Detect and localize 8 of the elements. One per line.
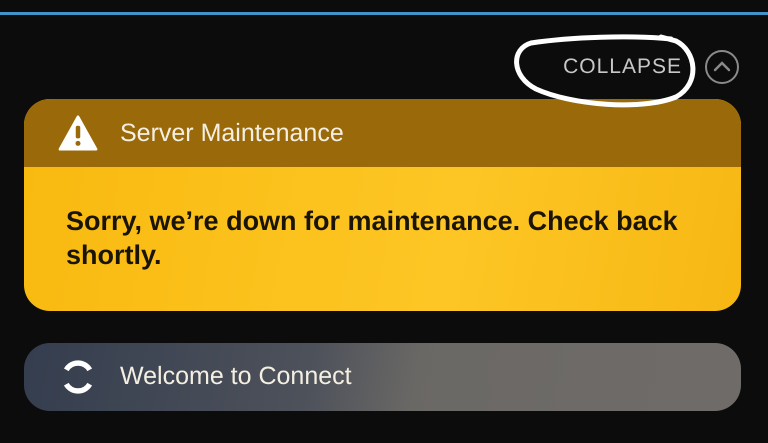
notification-card[interactable]: Server Maintenance Sorry, we’re down for maintenance. Check back shortly.	[24, 99, 741, 310]
notification-title: Server Maintenance	[120, 118, 344, 148]
warning-icon	[58, 115, 98, 151]
notification-card[interactable]: Welcome to Connect	[24, 342, 741, 410]
notification-title: Welcome to Connect	[120, 362, 352, 391]
notification-message: Sorry, we’re down for maintenance. Check back shortly.	[66, 205, 679, 272]
chevron-up-icon[interactable]	[704, 49, 740, 85]
collapse-button[interactable]: COLLAPSE	[549, 51, 696, 83]
